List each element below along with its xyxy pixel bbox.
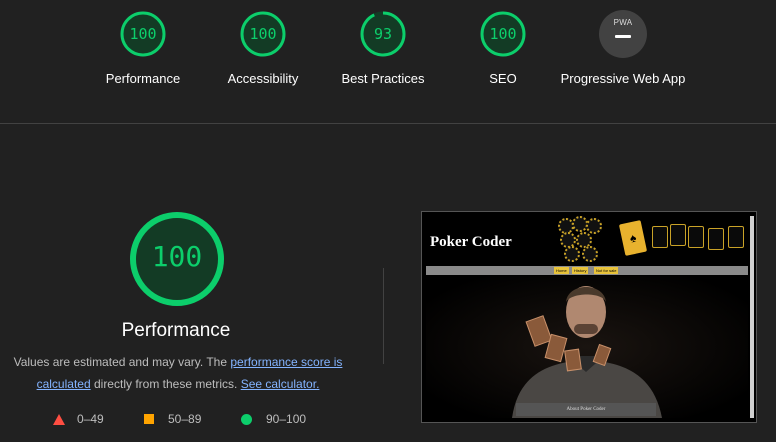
gauge-performance[interactable]: 100 Performance: [78, 10, 208, 89]
final-screenshot[interactable]: Poker Coder ♠ Home History Not for sale: [421, 211, 757, 423]
site-header: Poker Coder ♠: [426, 216, 748, 266]
gauge-best-practices[interactable]: 93 Best Practices: [318, 10, 448, 89]
vertical-separator: [383, 268, 384, 364]
legend-range: 90–100: [266, 412, 307, 426]
score-value: 100: [249, 25, 277, 43]
card-icon: [708, 228, 724, 250]
spade-card-icon: ♠: [618, 220, 648, 256]
legend-range: 50–89: [168, 412, 202, 426]
section-divider: [0, 123, 776, 124]
gauge-label: Performance: [105, 71, 181, 86]
dash-icon: [615, 35, 631, 38]
legend-range: 0–49: [77, 412, 104, 426]
chip-icon: [582, 246, 598, 262]
hero-image: [426, 276, 748, 418]
description-text: Values are estimated and may vary. The: [13, 355, 231, 369]
performance-score-value: 100: [151, 240, 203, 273]
square-icon: [144, 414, 154, 424]
card-icon: [670, 224, 686, 246]
legend-pass: 90–100: [241, 412, 306, 426]
see-calculator-link[interactable]: See calculator.: [241, 377, 320, 391]
gauge-label: SEO: [489, 71, 517, 86]
gauge-pwa[interactable]: PWA Progressive Web App: [558, 10, 688, 89]
pwa-badge-text: PWA: [613, 18, 633, 27]
legend-average: 50–89: [144, 412, 201, 426]
scrollbar: [750, 216, 754, 418]
nav-not-for-sale: Not for sale: [594, 267, 619, 274]
score-ring: 100: [479, 10, 527, 58]
performance-title: Performance: [121, 320, 231, 341]
chip-icon: [586, 218, 602, 234]
score-value: 100: [489, 25, 517, 43]
about-button: About Poker Coder: [516, 403, 656, 416]
score-value: 100: [129, 25, 157, 43]
nav-history: History: [572, 267, 589, 274]
triangle-icon: [53, 413, 65, 425]
score-ring: 100: [239, 10, 287, 58]
circle-icon: [241, 413, 252, 425]
description-text: directly from these metrics.: [90, 377, 241, 391]
performance-description: Values are estimated and may vary. The p…: [8, 351, 348, 395]
chip-icon: [564, 246, 580, 262]
site-title: Poker Coder: [430, 234, 512, 250]
site-nav: Home History Not for sale: [426, 266, 748, 275]
card-icon: [652, 226, 668, 248]
gauge-label: Progressive Web App: [560, 71, 686, 86]
gauge-accessibility[interactable]: 100 Accessibility: [198, 10, 328, 89]
gauge-label: Accessibility: [227, 71, 299, 86]
nav-home: Home: [554, 267, 569, 274]
score-ring: 100: [119, 10, 167, 58]
card-icon: [688, 226, 704, 248]
pwa-badge: PWA: [599, 10, 647, 58]
person-with-cards-image: [426, 276, 748, 418]
card-icon: [728, 226, 744, 248]
score-ring: 93: [359, 10, 407, 58]
score-value: 93: [373, 25, 393, 43]
gauge-label: Best Practices: [341, 71, 425, 86]
legend-fail: 0–49: [53, 412, 104, 426]
gauge-seo[interactable]: 100 SEO: [438, 10, 568, 89]
